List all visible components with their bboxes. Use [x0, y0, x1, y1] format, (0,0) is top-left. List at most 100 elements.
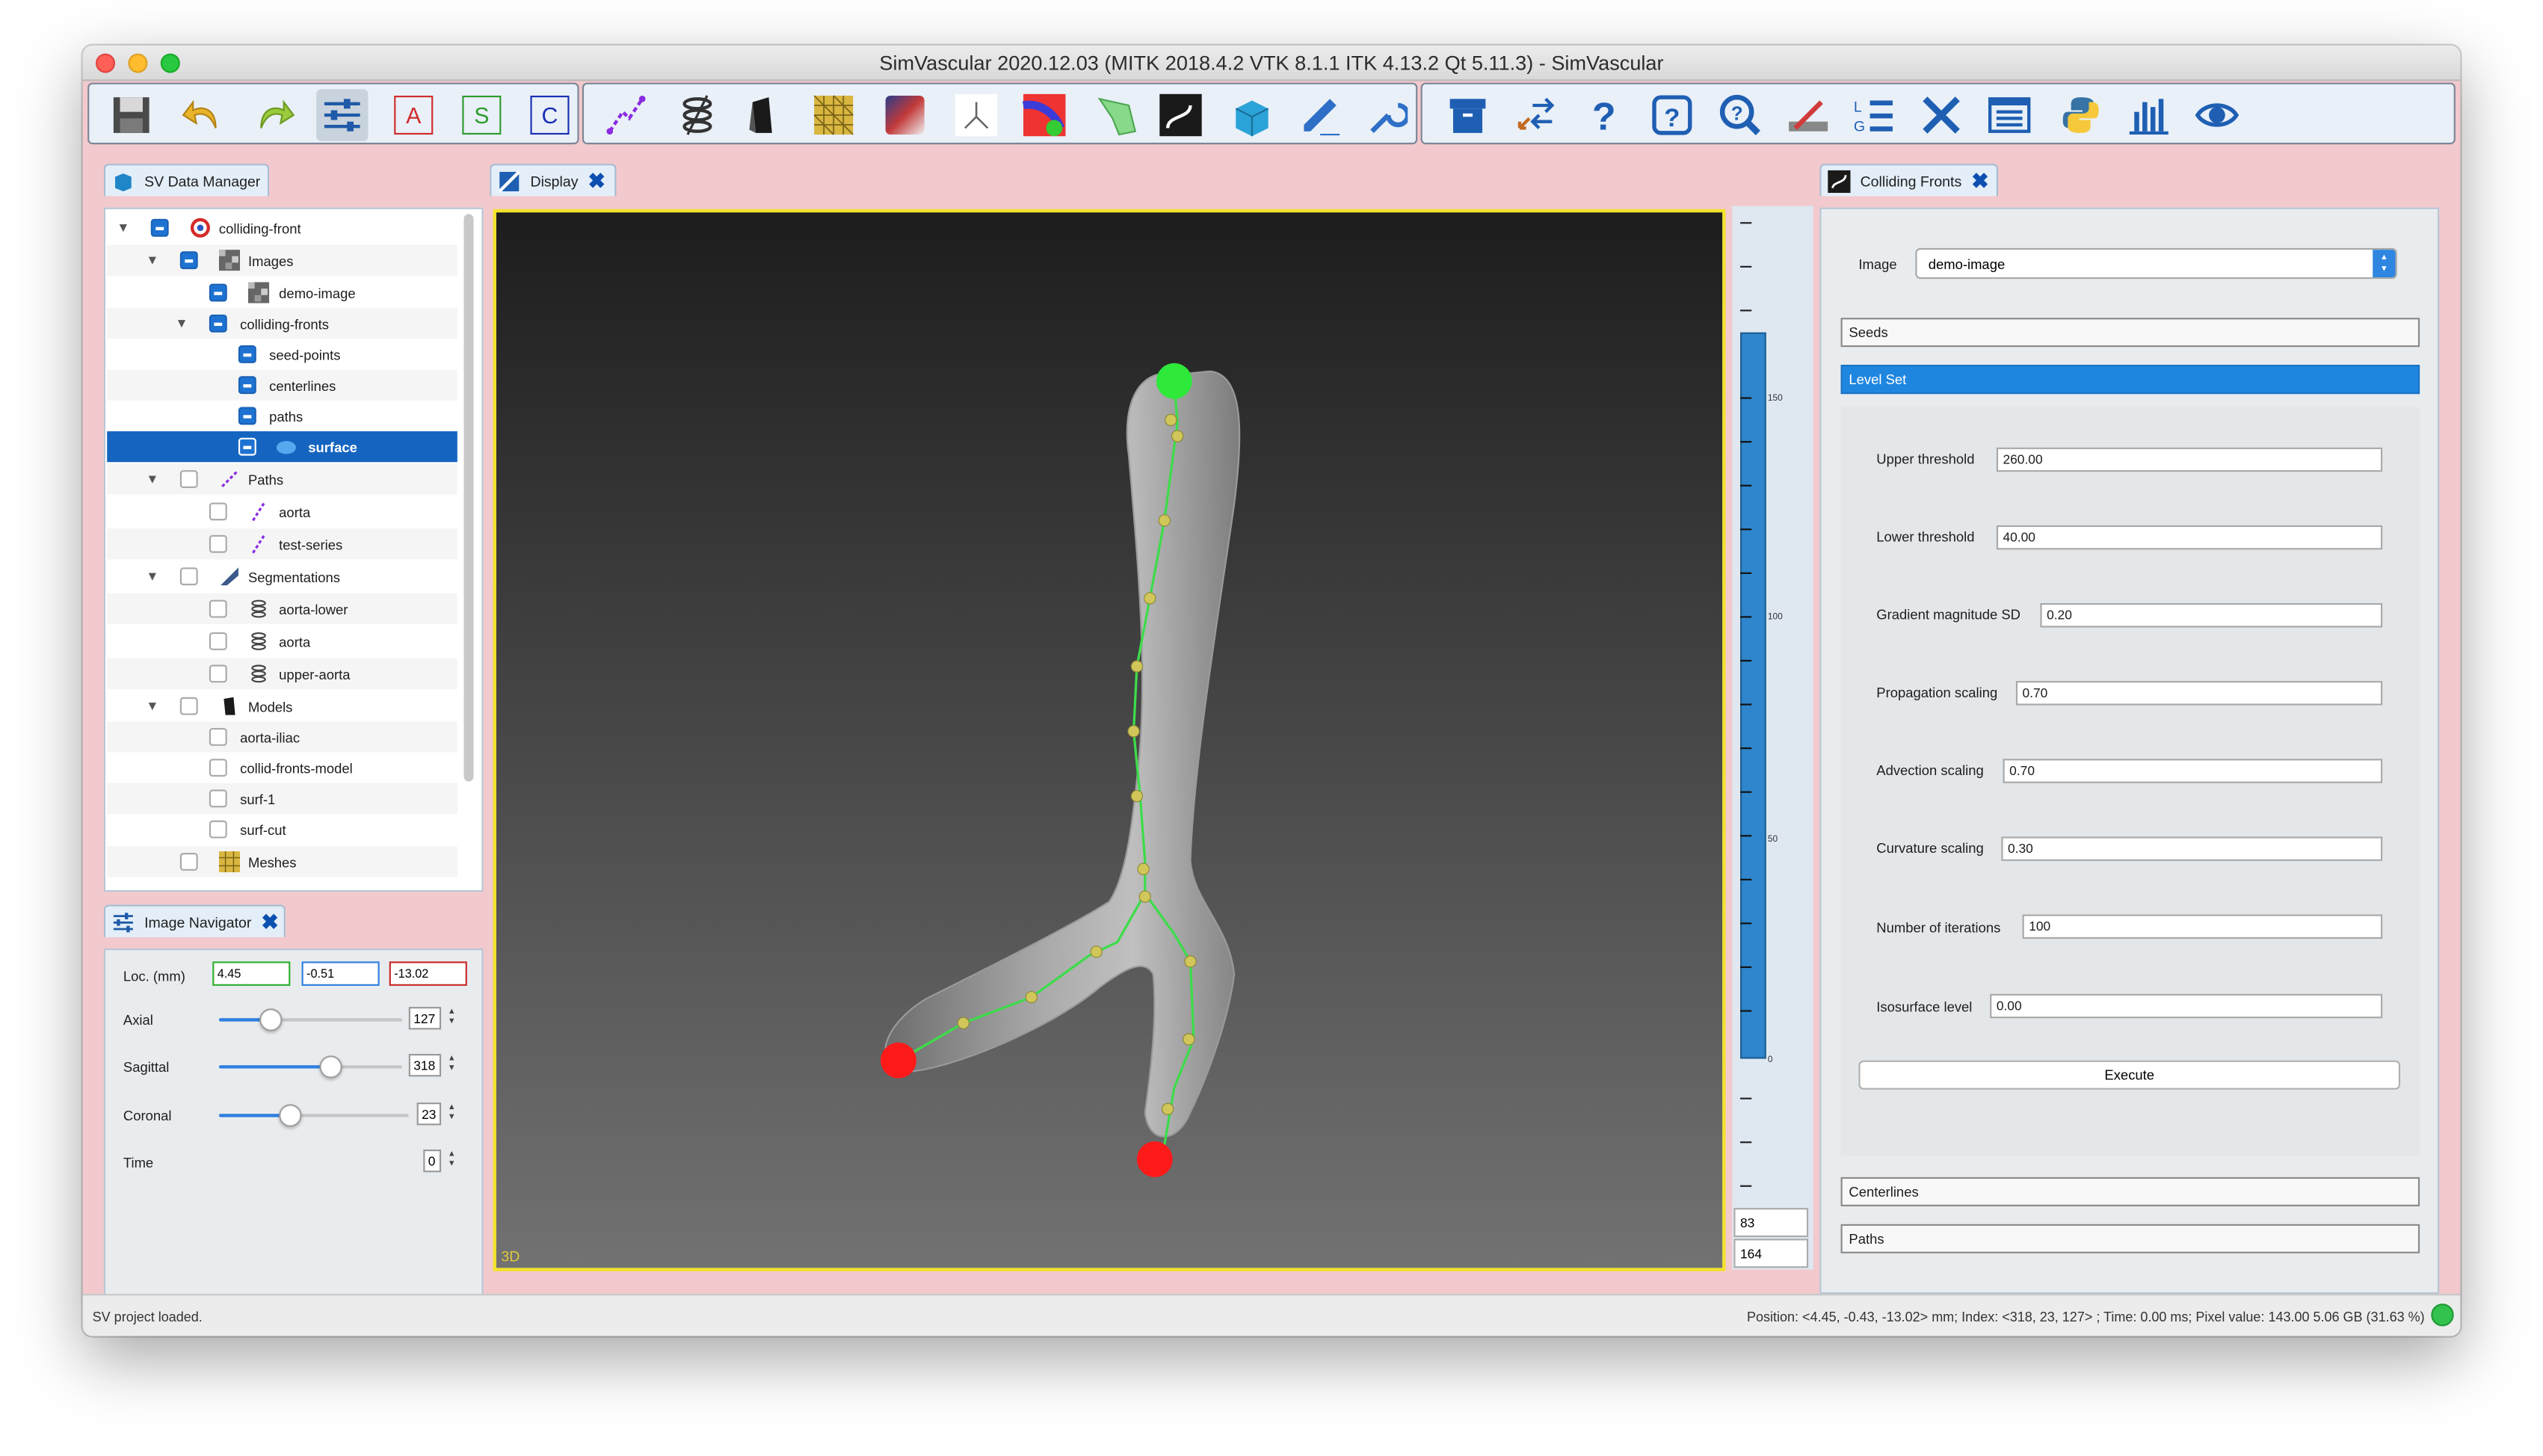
expand-arrow-icon[interactable]: ▼ [146, 253, 158, 268]
visibility-checkbox[interactable] [179, 251, 198, 270]
log-icon[interactable]: LG [1847, 89, 1899, 141]
tree-node-aorta-lower[interactable]: aorta-lower [107, 593, 457, 625]
expand-arrow-icon[interactable]: ▼ [175, 316, 188, 331]
expand-arrow-icon[interactable]: ▼ [117, 220, 129, 235]
image-select[interactable]: demo-image ▲ ▼ [1915, 247, 2397, 280]
colliding-fronts-icon[interactable] [1226, 89, 1277, 141]
tree-node-seed-points[interactable]: seed-points [107, 339, 457, 369]
archive-icon[interactable] [1442, 89, 1494, 141]
list-icon[interactable] [1983, 89, 2035, 141]
section-seeds[interactable]: Seeds [1840, 318, 2420, 348]
s-icon[interactable]: S [456, 89, 508, 141]
expand-arrow-icon[interactable]: ▼ [146, 472, 158, 487]
sliders-icon[interactable] [316, 89, 369, 141]
execute-button[interactable]: Execute [1858, 1060, 2401, 1090]
undo-icon[interactable] [176, 89, 228, 141]
lower-threshold-input[interactable]: 40.00 [1996, 525, 2383, 550]
purkinje-icon[interactable] [950, 89, 1002, 141]
coronal-slider-knob[interactable] [280, 1104, 303, 1127]
tree-node-test-series[interactable]: test-series [107, 528, 457, 560]
tree-node-images[interactable]: ▼ Images [107, 244, 457, 276]
tree-node-meshes[interactable]: Meshes [107, 846, 457, 877]
visibility-checkbox[interactable] [238, 376, 256, 395]
curvature-scaling-input[interactable]: 0.30 [2001, 836, 2383, 861]
visibility-checkbox[interactable] [209, 664, 227, 683]
close-icon[interactable]: ✖ [1971, 170, 1989, 191]
isosurface-level-input[interactable]: 0.00 [1990, 993, 2383, 1019]
path-tool-icon[interactable] [600, 89, 652, 141]
visibility-checkbox[interactable] [209, 502, 227, 521]
axial-slider[interactable] [218, 1008, 403, 1031]
tree-node-models[interactable]: ▼ Models [107, 691, 457, 721]
section-paths[interactable]: Paths [1840, 1224, 2420, 1253]
close-icon[interactable]: ✖ [588, 170, 606, 191]
expand-arrow-icon[interactable]: ▼ [146, 569, 158, 584]
level-window-widget[interactable]: 150 100 50 0 83 164 [1732, 206, 1813, 1270]
loc-x-input[interactable]: 4.45 [212, 961, 291, 986]
measure-icon[interactable] [1782, 89, 1834, 141]
tree-node-paths[interactable]: paths [107, 401, 457, 431]
wrench-icon[interactable] [1359, 89, 1411, 141]
axial-value-input[interactable]: 127 [408, 1007, 442, 1030]
visibility-checkbox[interactable] [238, 345, 256, 363]
section-centerlines[interactable]: Centerlines [1840, 1176, 2420, 1206]
python-icon[interactable] [2055, 89, 2106, 141]
chart-icon[interactable] [2123, 89, 2174, 141]
data-manager-tree[interactable]: ▼ colliding-front ▼ Images demo-image ▼ … [103, 207, 484, 892]
tree-node-colliding-fronts[interactable]: ▼ colliding-fronts [107, 308, 457, 339]
visibility-checkbox[interactable] [179, 853, 198, 871]
section-level-set[interactable]: Level Set [1840, 365, 2420, 395]
sagittal-slider[interactable] [218, 1055, 403, 1079]
loc-z-input[interactable]: -13.02 [389, 961, 467, 986]
perfusion-icon[interactable] [1019, 89, 1070, 141]
convert-icon[interactable] [1510, 89, 1562, 141]
zoom-help-icon[interactable]: ? [1714, 89, 1766, 141]
seed-end-point-left[interactable] [881, 1042, 916, 1079]
pencil-icon[interactable] [1294, 89, 1346, 141]
tree-node-collid-fronts-model[interactable]: collid-fronts-model [107, 753, 457, 783]
sagittal-stepper[interactable]: ▲ ▼ [444, 1054, 459, 1076]
visibility-checkbox[interactable] [209, 728, 227, 746]
visibility-checkbox[interactable] [209, 534, 227, 553]
tab-sv-data-manager[interactable]: SV Data Manager [103, 164, 270, 197]
visibility-checkbox[interactable] [179, 567, 198, 586]
tree-node-demo-image[interactable]: demo-image [107, 277, 457, 308]
sagittal-value-input[interactable]: 318 [408, 1054, 442, 1077]
visibility-checkbox[interactable] [179, 470, 198, 488]
visibility-checkbox[interactable] [150, 218, 169, 237]
tab-image-navigator[interactable]: Image Navigator ✖ [103, 904, 286, 937]
visibility-checkbox[interactable] [209, 599, 227, 618]
number-of-iterations-input[interactable]: 100 [2022, 914, 2383, 940]
tree-node-colliding-front[interactable]: ▼ colliding-front [107, 212, 457, 243]
visibility-checkbox[interactable] [209, 789, 227, 808]
tree-node-segmentations[interactable]: ▼ Segmentations [107, 561, 457, 592]
tree-node-surf-cut[interactable]: surf-cut [107, 814, 457, 845]
save-icon[interactable] [105, 89, 157, 141]
seed-end-point-right[interactable] [1136, 1141, 1173, 1177]
tab-colliding-fronts[interactable]: Colliding Fronts ✖ [1819, 164, 1998, 197]
visibility-checkbox[interactable] [238, 407, 256, 425]
tree-node-aorta-iliac[interactable]: aorta-iliac [107, 721, 457, 753]
tree-scrollbar[interactable] [463, 214, 474, 782]
model-tool-icon[interactable] [736, 89, 788, 141]
c-icon[interactable]: C [524, 89, 576, 141]
imaging-icon[interactable] [1090, 89, 1141, 141]
axial-stepper[interactable]: ▲ ▼ [444, 1007, 459, 1029]
visibility-checkbox[interactable] [209, 759, 227, 777]
visibility-checkbox[interactable] [238, 437, 256, 456]
eye-icon[interactable] [2191, 89, 2243, 141]
level-value-input[interactable]: 83 [1733, 1208, 1809, 1238]
tree-node-surf-1[interactable]: surf-1 [107, 783, 457, 814]
tab-display[interactable]: Display ✖ [490, 164, 617, 197]
loc-y-input[interactable]: -0.51 [301, 961, 380, 986]
visibility-checkbox[interactable] [209, 820, 227, 839]
a-icon[interactable]: A [388, 89, 440, 141]
window-value-input[interactable]: 164 [1733, 1238, 1809, 1268]
coronal-stepper[interactable]: ▲ ▼ [444, 1102, 459, 1125]
simulation-tool-icon[interactable] [879, 89, 931, 141]
sagittal-slider-knob[interactable] [319, 1055, 342, 1079]
render-viewport-3d[interactable]: 3D [493, 209, 1726, 1271]
tree-node-surface[interactable]: surface [107, 431, 457, 463]
help-icon[interactable]: ? [1578, 89, 1630, 141]
coronal-slider[interactable] [218, 1104, 409, 1127]
